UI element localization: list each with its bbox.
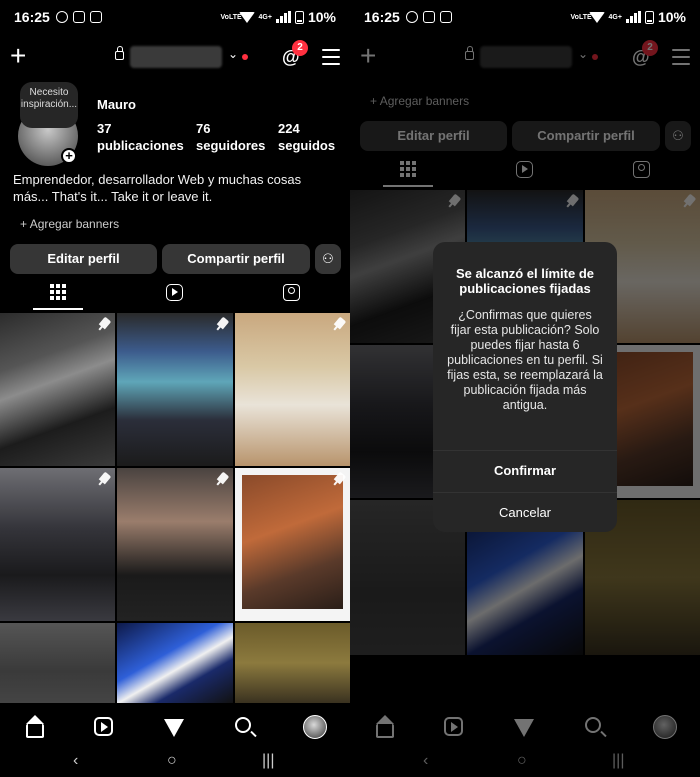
post-thumbnail[interactable] (235, 313, 350, 466)
wifi-icon (238, 11, 255, 23)
stat-followers-label: seguidores (196, 138, 266, 153)
discover-people-button[interactable]: ⚇ (315, 244, 341, 274)
system-nav: ‹ ○ ||| (0, 753, 350, 777)
notif-icon (439, 11, 452, 23)
home-icon[interactable] (26, 715, 44, 738)
add-person-icon: ⚇ (322, 251, 334, 266)
stat-followers-value: 76 (196, 121, 211, 136)
note-bubble[interactable]: Necesito inspiración... (20, 82, 78, 128)
wifi-icon (588, 11, 605, 23)
battery-notif-icon (72, 11, 85, 23)
stat-following[interactable]: 224 seguidos (278, 120, 335, 154)
battery-icon (294, 10, 304, 24)
tab-reels[interactable] (116, 276, 232, 308)
pin-limit-dialog: Se alcanzó el límite de publicaciones fi… (433, 242, 617, 532)
post-thumbnail[interactable] (117, 623, 233, 703)
share-profile-button[interactable]: Compartir perfil (162, 244, 310, 274)
search-icon[interactable] (235, 717, 251, 733)
plus-icon: + (20, 217, 30, 231)
chevron-down-icon[interactable]: ⌄ (228, 47, 238, 61)
status-time: 16:25 (14, 9, 50, 25)
signal-icon (625, 11, 641, 23)
stat-posts[interactable]: 37 publicaciones (97, 120, 184, 154)
add-banners-label: Agregar banners (29, 217, 120, 231)
post-thumbnail[interactable] (0, 468, 115, 621)
status-bar: 16:25 VoLTE 4G+ 10% (0, 0, 350, 34)
battery-level: 10% (307, 9, 336, 25)
post-thumbnail[interactable] (117, 468, 233, 621)
profile-name: Mauro (97, 97, 136, 112)
stat-following-label: seguidos (278, 138, 336, 153)
bio-line-1: Emprendedor, desarrollador Web y muchas … (13, 172, 302, 187)
recents-icon[interactable]: ||| (262, 753, 274, 769)
confirm-button[interactable]: Confirmar (433, 451, 617, 491)
photo-frame (242, 475, 343, 609)
pin-icon (333, 316, 347, 330)
battery-level: 10% (657, 9, 686, 25)
reels-icon[interactable] (94, 717, 113, 736)
back-icon[interactable]: ‹ (73, 753, 78, 769)
lock-icon (115, 46, 124, 60)
profile-avatar-icon[interactable] (303, 715, 327, 739)
battery-icon (644, 10, 654, 24)
grid-icon (50, 284, 66, 300)
stat-posts-value: 37 (97, 121, 112, 136)
active-tab-indicator (33, 308, 83, 310)
stat-following-value: 224 (278, 121, 300, 136)
dialog-message: ¿Confirmas que quieres fijar esta public… (447, 308, 603, 412)
bottom-nav (0, 703, 350, 753)
status-time: 16:25 (364, 9, 400, 25)
direct-send-icon[interactable] (164, 719, 184, 737)
username-blurred[interactable] (130, 46, 222, 68)
profile-tabs (0, 276, 350, 308)
create-icon[interactable]: + (10, 42, 26, 70)
profile-header: + ⌄ @ 2 (0, 40, 350, 74)
post-thumbnail[interactable] (235, 623, 350, 703)
add-story-icon[interactable]: + (61, 148, 77, 164)
tagged-icon (282, 283, 300, 301)
pin-icon (333, 471, 347, 485)
right-screen: 16:25 VoLTE 4G+ 10% + ⌄ @ 2 + Agregar ba… (350, 0, 700, 777)
post-thumbnail[interactable] (0, 313, 115, 466)
profile-bio: Emprendedor, desarrollador Web y muchas … (13, 171, 333, 205)
notif-icon (89, 11, 102, 23)
bio-line-2: más... That's it... Take it or leave it. (13, 189, 213, 204)
post-thumbnail[interactable] (235, 468, 350, 621)
stat-posts-label: publicaciones (97, 138, 184, 153)
volte-label: VoLTE (570, 13, 592, 21)
volte-label: VoLTE (220, 13, 242, 21)
stat-followers[interactable]: 76 seguidores (196, 120, 265, 154)
pin-icon (216, 471, 230, 485)
network-label: 4G+ (258, 13, 272, 21)
home-circle-icon[interactable]: ○ (167, 753, 177, 769)
reels-tab-icon (165, 283, 183, 301)
cancel-button[interactable]: Cancelar (433, 493, 617, 533)
status-bar: 16:25 VoLTE 4G+ 10% (350, 0, 700, 34)
edit-profile-button[interactable]: Editar perfil (10, 244, 157, 274)
threads-badge: 2 (292, 40, 308, 56)
pin-icon (216, 316, 230, 330)
notification-dot (242, 54, 248, 60)
post-thumbnail[interactable] (117, 313, 233, 466)
tab-tagged[interactable] (233, 276, 349, 308)
network-label: 4G+ (608, 13, 622, 21)
tab-grid[interactable] (0, 276, 116, 308)
add-banners-link[interactable]: + Agregar banners (20, 217, 119, 231)
left-screen: 16:25 VoLTE 4G+ 10% + ⌄ @ 2 Necesito ins… (0, 0, 350, 777)
dialog-title: Se alcanzó el límite de publicaciones fi… (456, 266, 594, 296)
pin-icon (98, 316, 112, 330)
signal-icon (275, 11, 291, 23)
whatsapp-icon (55, 11, 68, 23)
pin-icon (98, 471, 112, 485)
whatsapp-icon (405, 11, 418, 23)
battery-notif-icon (422, 11, 435, 23)
post-thumbnail[interactable] (0, 623, 115, 703)
menu-icon[interactable] (322, 49, 340, 70)
